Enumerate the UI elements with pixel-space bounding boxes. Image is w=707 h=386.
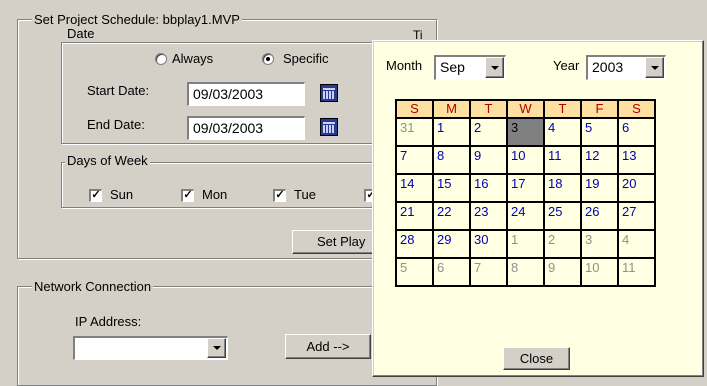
calendar-day[interactable]: 18 (543, 173, 582, 203)
weekday-header: F (580, 99, 619, 119)
calendar-popup: Month Sep Year 2003 SMTWTFS 31 1 2 3 4 5 6 7 8 9 1… (372, 40, 704, 377)
calendar-day[interactable]: 9 (469, 145, 508, 175)
calendar-week-row: 28 29 30 1 2 3 4 (395, 229, 656, 259)
radio-specific-label: Specific (283, 51, 329, 66)
end-date-calendar-icon[interactable] (320, 118, 338, 136)
calendar-day[interactable]: 1 (432, 117, 471, 147)
weekday-header: W (506, 99, 545, 119)
calendar-week-row: 7 8 9 10 11 12 13 (395, 145, 656, 175)
calendar-day[interactable]: 13 (617, 145, 656, 175)
calendar-day[interactable]: 26 (580, 201, 619, 231)
calendar-day[interactable]: 1 (506, 229, 545, 259)
calendar-week-row: 31 1 2 3 4 5 6 (395, 117, 656, 147)
calendar-grid: SMTWTFS 31 1 2 3 4 5 6 7 8 9 10 11 12 13 14 15 16 17 18 19 2… (395, 99, 656, 287)
calendar-day[interactable]: 6 (432, 257, 471, 287)
calendar-day[interactable]: 8 (506, 257, 545, 287)
start-date-input[interactable]: 09/03/2003 (187, 82, 305, 106)
calendar-day[interactable]: 7 (469, 257, 508, 287)
days-group-title: Days of Week (65, 153, 150, 169)
checkbox-mon[interactable]: ✓ (181, 189, 194, 202)
calendar-day[interactable]: 4 (543, 117, 582, 147)
ip-address-label: IP Address: (75, 314, 142, 329)
calendar-week-row: 14 15 16 17 18 19 20 (395, 173, 656, 203)
calendar-day[interactable]: 27 (617, 201, 656, 231)
calendar-day[interactable]: 2 (469, 117, 508, 147)
weekday-header: M (432, 99, 471, 119)
start-date-calendar-icon[interactable] (320, 84, 338, 102)
network-group-title: Network Connection (32, 279, 154, 295)
calendar-week-row: 21 22 23 24 25 26 27 (395, 201, 656, 231)
weekday-header: T (543, 99, 582, 119)
weekday-header: S (395, 99, 434, 119)
calendar-day[interactable]: 25 (543, 201, 582, 231)
date-group-title: Date (65, 26, 97, 42)
calendar-day[interactable]: 17 (506, 173, 545, 203)
month-label: Month (386, 58, 423, 73)
year-label: Year (553, 58, 580, 73)
weekday-header: T (469, 99, 508, 119)
calendar-day[interactable]: 21 (395, 201, 434, 231)
ip-address-dropdown-arrow[interactable] (207, 338, 226, 358)
close-button[interactable]: Close (503, 347, 570, 370)
calendar-day[interactable]: 7 (395, 145, 434, 175)
calendar-day[interactable]: 9 (543, 257, 582, 287)
calendar-day[interactable]: 5 (580, 117, 619, 147)
checkbox-tue[interactable]: ✓ (273, 189, 286, 202)
calendar-day[interactable]: 22 (432, 201, 471, 231)
calendar-day[interactable]: 8 (432, 145, 471, 175)
calendar-day[interactable]: 10 (506, 145, 545, 175)
calendar-day-selected[interactable]: 3 (506, 117, 545, 147)
year-dropdown-arrow[interactable] (645, 57, 664, 78)
calendar-day[interactable]: 20 (617, 173, 656, 203)
calendar-day[interactable]: 6 (617, 117, 656, 147)
calendar-day[interactable]: 31 (395, 117, 434, 147)
ip-address-select[interactable] (73, 336, 228, 360)
month-dropdown-arrow[interactable] (485, 57, 504, 78)
calendar-day[interactable]: 28 (395, 229, 434, 259)
calendar-day[interactable]: 23 (469, 201, 508, 231)
calendar-week-row: 5 6 7 8 9 10 11 (395, 257, 656, 287)
checkbox-tue-label: Tue (294, 187, 316, 202)
checkbox-sun[interactable]: ✓ (89, 189, 102, 202)
add-button[interactable]: Add --> (285, 334, 371, 359)
calendar-day[interactable]: 16 (469, 173, 508, 203)
calendar-day[interactable]: 29 (432, 229, 471, 259)
checkbox-sun-label: Sun (110, 187, 134, 202)
calendar-day[interactable]: 2 (543, 229, 582, 259)
calendar-day[interactable]: 5 (395, 257, 434, 287)
calendar-day[interactable]: 19 (580, 173, 619, 203)
calendar-day[interactable]: 3 (580, 229, 619, 259)
calendar-day[interactable]: 4 (617, 229, 656, 259)
start-date-label: Start Date: (87, 83, 150, 98)
calendar-day[interactable]: 10 (580, 257, 619, 287)
calendar-day[interactable]: 11 (617, 257, 656, 287)
calendar-day[interactable]: 14 (395, 173, 434, 203)
checkbox-mon-label: Mon (202, 187, 228, 202)
end-date-label: End Date: (87, 117, 145, 132)
weekday-header: S (617, 99, 656, 119)
calendar-day[interactable]: 15 (432, 173, 471, 203)
radio-always-label: Always (172, 51, 214, 66)
radio-always[interactable] (155, 53, 167, 65)
radio-specific[interactable] (262, 53, 274, 65)
calendar-day[interactable]: 11 (543, 145, 582, 175)
calendar-day[interactable]: 30 (469, 229, 508, 259)
end-date-input[interactable]: 09/03/2003 (187, 116, 305, 140)
calendar-day[interactable]: 12 (580, 145, 619, 175)
calendar-day[interactable]: 24 (506, 201, 545, 231)
schedule-group-title: Set Project Schedule: bbplay1.MVP (32, 12, 242, 28)
